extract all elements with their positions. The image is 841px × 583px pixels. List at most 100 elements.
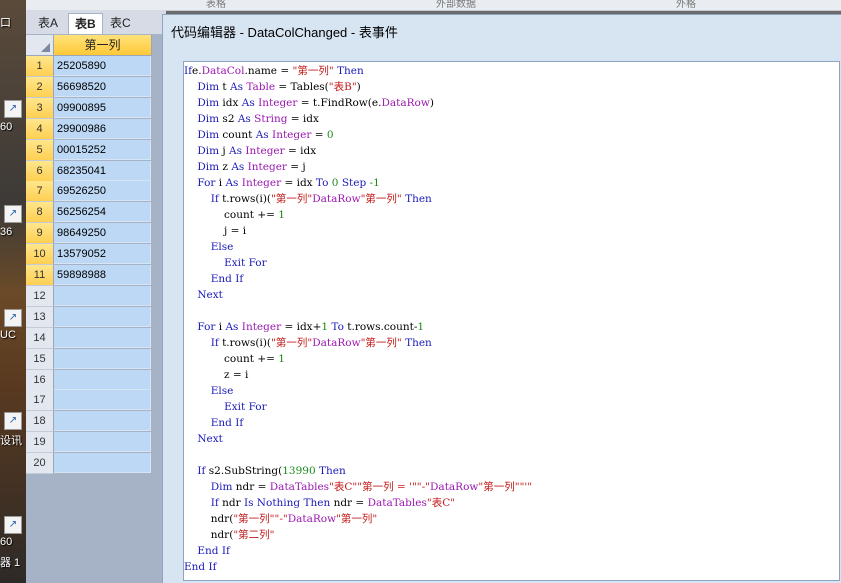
code-line: For i As Integer = idx+ 1 To t.rows.count… [184, 319, 532, 335]
row-number[interactable]: 3 [26, 97, 54, 119]
table-row[interactable]: 12 [26, 285, 152, 307]
table-row[interactable]: 13 [26, 306, 152, 328]
table-cell[interactable]: 25205890 [54, 56, 151, 76]
code-token: DataRow [312, 193, 361, 205]
code-line: Dim z As Integer = j [184, 159, 532, 175]
row-number[interactable]: 6 [26, 160, 54, 182]
table-cell[interactable]: 00015252 [54, 139, 151, 160]
tab-sheet-b[interactable]: 表B [68, 13, 103, 34]
row-number[interactable]: 15 [26, 348, 54, 370]
table-row[interactable]: 18 [26, 411, 152, 433]
table-cell[interactable]: 29900986 [54, 118, 151, 139]
ribbon-item[interactable]: 外格 [676, 0, 696, 10]
code-editor-window: 代码编辑器 - DataColChanged - 表事件 Ife.DataCol… [162, 14, 841, 583]
shortcut-icon[interactable]: ↗ [4, 412, 22, 430]
ribbon-item[interactable]: 表格 [206, 0, 226, 10]
table-cell[interactable]: 56256254 [54, 202, 151, 223]
table-row[interactable]: 3 09900895 [26, 97, 152, 119]
table-row[interactable]: 5 00015252 [26, 139, 152, 161]
code-token: z = i [184, 369, 249, 381]
table-row[interactable]: 2 56698520 [26, 76, 152, 98]
row-number[interactable]: 1 [26, 56, 54, 77]
table-row[interactable]: 19 [26, 432, 152, 454]
table-cell[interactable]: 09900895 [54, 97, 151, 118]
table-cell[interactable]: 59898988 [54, 265, 151, 285]
tab-sheet-a[interactable]: 表A [32, 13, 64, 33]
row-number[interactable]: 10 [26, 244, 54, 266]
shortcut-icon[interactable]: ↗ [4, 516, 22, 534]
row-number[interactable]: 4 [26, 118, 54, 140]
table-cell[interactable]: 69526250 [54, 181, 151, 202]
table-row[interactable]: 10 13579052 [26, 244, 152, 266]
table-row[interactable]: 6 68235041 [26, 160, 152, 182]
code-token: As [229, 145, 243, 157]
code-token: Integer [245, 145, 285, 157]
table-cell[interactable]: 98649250 [54, 223, 151, 244]
column-header[interactable]: 第一列 [54, 35, 152, 56]
code-token: To [331, 321, 344, 333]
row-number[interactable]: 9 [26, 223, 54, 245]
code-token: Else [210, 385, 234, 397]
table-cell[interactable] [54, 327, 151, 348]
row-number[interactable]: 18 [26, 411, 54, 433]
ribbon-item[interactable]: 外部数据 [436, 0, 476, 10]
code-token: = Tables( [275, 81, 329, 93]
table-row[interactable]: 4 29900986 [26, 118, 152, 140]
row-number[interactable]: 13 [26, 306, 54, 328]
code-line: If t.rows(i)("第一列"DataRow"第一列" Then [184, 191, 532, 207]
code-editor[interactable]: Ife.DataCol.name = "第一列" Then Dim t As T… [183, 61, 840, 581]
table-cell[interactable] [54, 285, 151, 306]
code-token: "第一列 = '" [357, 481, 417, 493]
table-cell[interactable] [54, 432, 151, 453]
table-cell[interactable] [54, 369, 151, 390]
row-number[interactable]: 17 [26, 390, 54, 412]
table-cell[interactable] [54, 411, 151, 432]
shortcut-icon[interactable]: ↗ [4, 205, 22, 223]
table-row[interactable]: 14 [26, 327, 152, 349]
table-row[interactable]: 9 98649250 [26, 223, 152, 245]
code-token: End If [184, 561, 217, 573]
row-number[interactable]: 20 [26, 453, 54, 475]
code-token: Dim [197, 113, 220, 125]
table-cell[interactable]: 68235041 [54, 160, 151, 181]
shortcut-icon[interactable]: ↗ [4, 100, 22, 118]
code-token: "表C" [329, 481, 358, 493]
table-cell[interactable] [54, 390, 151, 411]
select-all-corner[interactable] [26, 35, 54, 56]
table-cell[interactable]: 13579052 [54, 244, 151, 265]
desktop-label: 60 [0, 121, 13, 133]
table-row[interactable]: 8 56256254 [26, 202, 152, 224]
row-number[interactable]: 5 [26, 139, 54, 161]
shortcut-icon[interactable]: ↗ [4, 309, 22, 327]
code-line: ndr("第二列" [184, 527, 532, 543]
table-row[interactable]: 7 69526250 [26, 181, 152, 203]
row-number[interactable]: 14 [26, 327, 54, 349]
table-cell[interactable] [54, 453, 151, 474]
table-row[interactable]: 17 [26, 390, 152, 412]
table-row[interactable]: 1 25205890 [26, 56, 152, 77]
row-number[interactable]: 11 [26, 265, 54, 286]
table-cell[interactable] [54, 306, 151, 327]
table-row[interactable]: 20 [26, 453, 152, 475]
table-cell[interactable]: 56698520 [54, 76, 151, 97]
table-cell[interactable] [54, 348, 151, 369]
code-token: If [184, 65, 193, 77]
table-row[interactable]: 11 59898988 [26, 265, 152, 286]
code-line: End If [184, 559, 532, 575]
row-number[interactable]: 19 [26, 432, 54, 454]
code-token: As [231, 161, 245, 173]
code-line: Dim idx As Integer = t.FindRow(e.DataRow… [184, 95, 532, 111]
row-number[interactable]: 7 [26, 181, 54, 203]
tab-sheet-c[interactable]: 表C [104, 13, 137, 33]
row-number[interactable]: 16 [26, 369, 54, 391]
code-token: t [219, 81, 230, 93]
table-row[interactable]: 16 [26, 369, 152, 391]
table-row[interactable]: 15 [26, 348, 152, 370]
row-number[interactable]: 12 [26, 285, 54, 307]
row-number[interactable]: 2 [26, 76, 54, 98]
desktop-label: 60 [0, 536, 13, 548]
row-number[interactable]: 8 [26, 202, 54, 224]
